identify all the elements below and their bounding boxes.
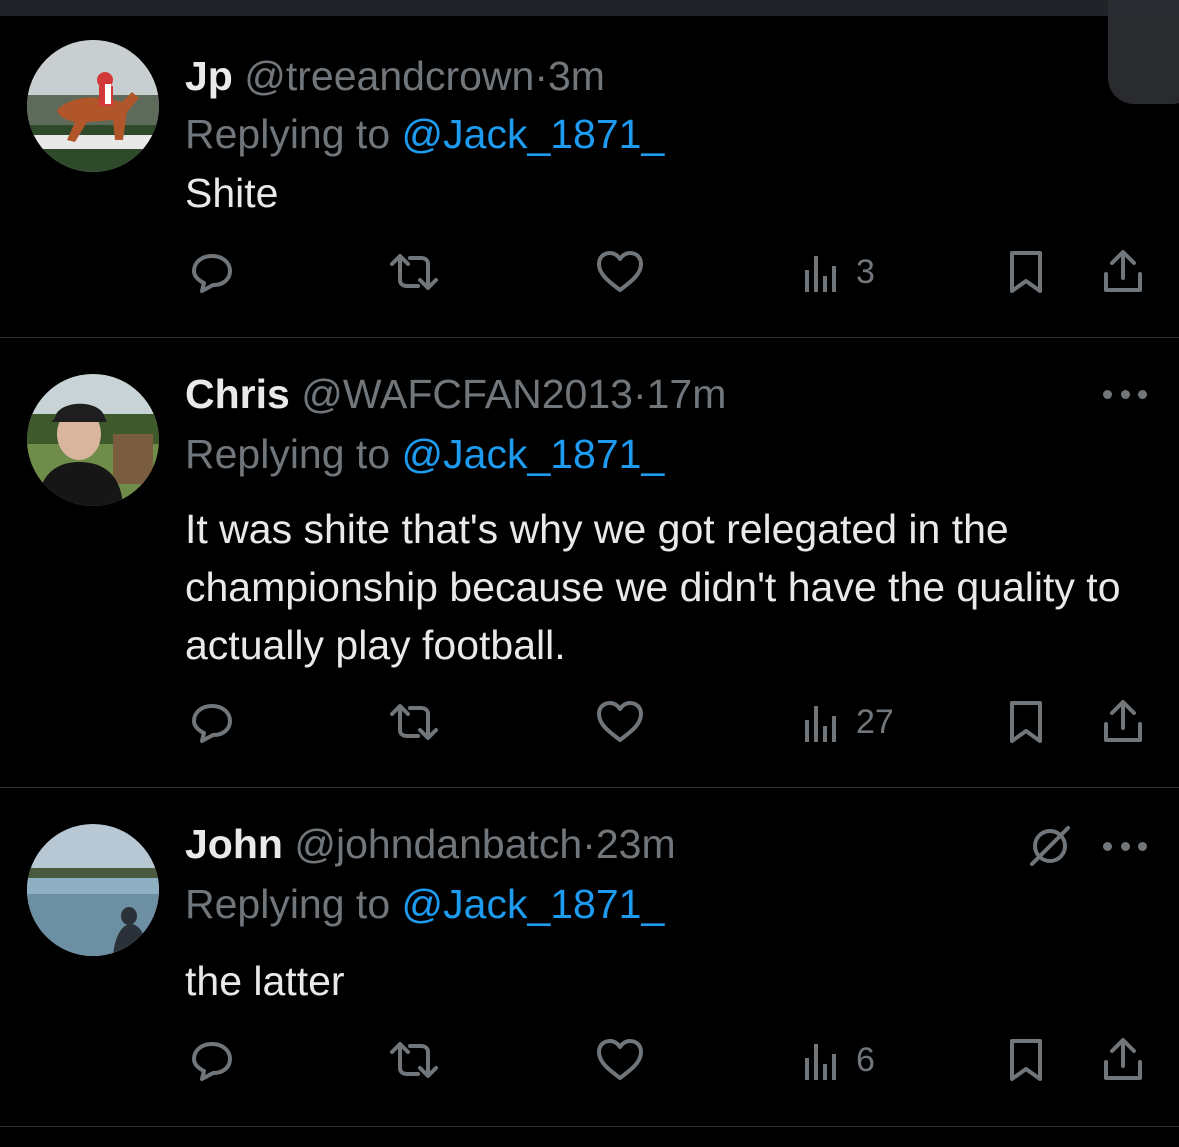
retweet-icon (390, 704, 438, 740)
replying-to-handle[interactable]: @Jack_1871_ (402, 111, 665, 157)
timeline: Jp @treeandcrown·3m Replying to @Jack_18… (0, 0, 1179, 1147)
views-icon (805, 706, 836, 742)
more-icon[interactable] (1103, 836, 1147, 856)
retweet-button[interactable] (386, 242, 442, 302)
action-bar: 27 (0, 692, 1179, 752)
action-bar: 6 (0, 1030, 1179, 1090)
replying-to: Replying to @Jack_1871_ (185, 108, 664, 160)
reply-icon (192, 1042, 232, 1081)
views-count: 6 (856, 1040, 875, 1079)
tweet-header: Chris @WAFCFAN2013·17m (185, 368, 726, 420)
replying-to-label: Replying to (185, 431, 402, 477)
views-button[interactable]: 27 (802, 692, 894, 752)
scroll-overlay (1108, 0, 1179, 104)
separator-dot: · (632, 371, 647, 417)
views-count: 3 (856, 252, 875, 291)
replying-to: Replying to @Jack_1871_ (185, 428, 664, 480)
share-icon (1104, 250, 1142, 292)
user-handle[interactable]: @treeandcrown (244, 53, 534, 99)
tweet-3[interactable]: John @johndanbatch·23m Replying to @Jack… (0, 788, 1179, 1127)
share-button[interactable] (1099, 1030, 1147, 1090)
bookmark-icon (1010, 251, 1042, 293)
grok-icon[interactable] (1026, 822, 1074, 870)
replying-to: Replying to @Jack_1871_ (185, 878, 664, 930)
share-icon (1104, 1038, 1142, 1080)
bookmark-button[interactable] (1004, 242, 1048, 302)
bookmark-button[interactable] (1004, 1030, 1048, 1090)
avatar[interactable] (27, 824, 159, 956)
timestamp[interactable]: 17m (647, 371, 727, 417)
tweet-header: John @johndanbatch·23m (185, 818, 676, 870)
reply-icon (192, 254, 232, 293)
reply-button[interactable] (188, 242, 236, 302)
like-button[interactable] (594, 242, 646, 302)
separator-dot: · (582, 821, 596, 867)
more-icon[interactable] (1103, 384, 1147, 404)
like-button[interactable] (594, 692, 646, 752)
tweet-text: Shite (185, 170, 279, 216)
bookmark-icon (1010, 1039, 1042, 1081)
replying-to-label: Replying to (185, 111, 402, 157)
share-button[interactable] (1099, 692, 1147, 752)
display-name[interactable]: John (185, 821, 283, 867)
horse-racing-avatar-icon (27, 40, 159, 172)
replying-to-handle[interactable]: @Jack_1871_ (402, 431, 665, 477)
share-icon (1104, 700, 1142, 742)
like-button[interactable] (594, 1030, 646, 1090)
lake-avatar-icon (27, 824, 159, 956)
avatar[interactable] (27, 40, 159, 172)
views-button[interactable]: 3 (802, 242, 875, 302)
tweet-1[interactable]: Jp @treeandcrown·3m Replying to @Jack_18… (0, 16, 1179, 338)
avatar[interactable] (27, 374, 159, 506)
like-icon (597, 701, 643, 742)
user-handle[interactable]: @johndanbatch (294, 821, 582, 867)
action-bar: 3 (0, 242, 1179, 302)
separator-dot: · (534, 53, 548, 99)
retweet-icon (390, 254, 438, 290)
retweet-button[interactable] (386, 1030, 442, 1090)
retweet-icon (390, 1042, 438, 1078)
display-name[interactable]: Chris (185, 371, 290, 417)
timestamp[interactable]: 23m (596, 821, 676, 867)
man-with-cap-avatar-icon (27, 374, 159, 506)
tweet-text: It was shite that's why we got relegated… (185, 506, 1121, 668)
user-handle[interactable]: @WAFCFAN2013 (301, 371, 633, 417)
like-icon (597, 1039, 643, 1080)
bookmark-icon (1010, 701, 1042, 743)
views-button[interactable]: 6 (802, 1030, 875, 1090)
reply-button[interactable] (188, 1030, 236, 1090)
reply-icon (192, 704, 232, 743)
top-bar (0, 0, 1179, 16)
like-icon (597, 251, 643, 292)
retweet-button[interactable] (386, 692, 442, 752)
views-icon (805, 1044, 836, 1080)
timestamp[interactable]: 3m (548, 53, 605, 99)
views-icon (805, 256, 836, 292)
tweet-2[interactable]: Chris @WAFCFAN2013·17m Replying to @Jack… (0, 338, 1179, 788)
tweet-header: Jp @treeandcrown·3m (185, 50, 605, 102)
display-name[interactable]: Jp (185, 53, 233, 99)
share-button[interactable] (1099, 242, 1147, 302)
reply-button[interactable] (188, 692, 236, 752)
tweet-text: the latter (185, 958, 345, 1004)
replying-to-label: Replying to (185, 881, 402, 927)
views-count: 27 (856, 702, 894, 741)
bookmark-button[interactable] (1004, 692, 1048, 752)
replying-to-handle[interactable]: @Jack_1871_ (402, 881, 665, 927)
